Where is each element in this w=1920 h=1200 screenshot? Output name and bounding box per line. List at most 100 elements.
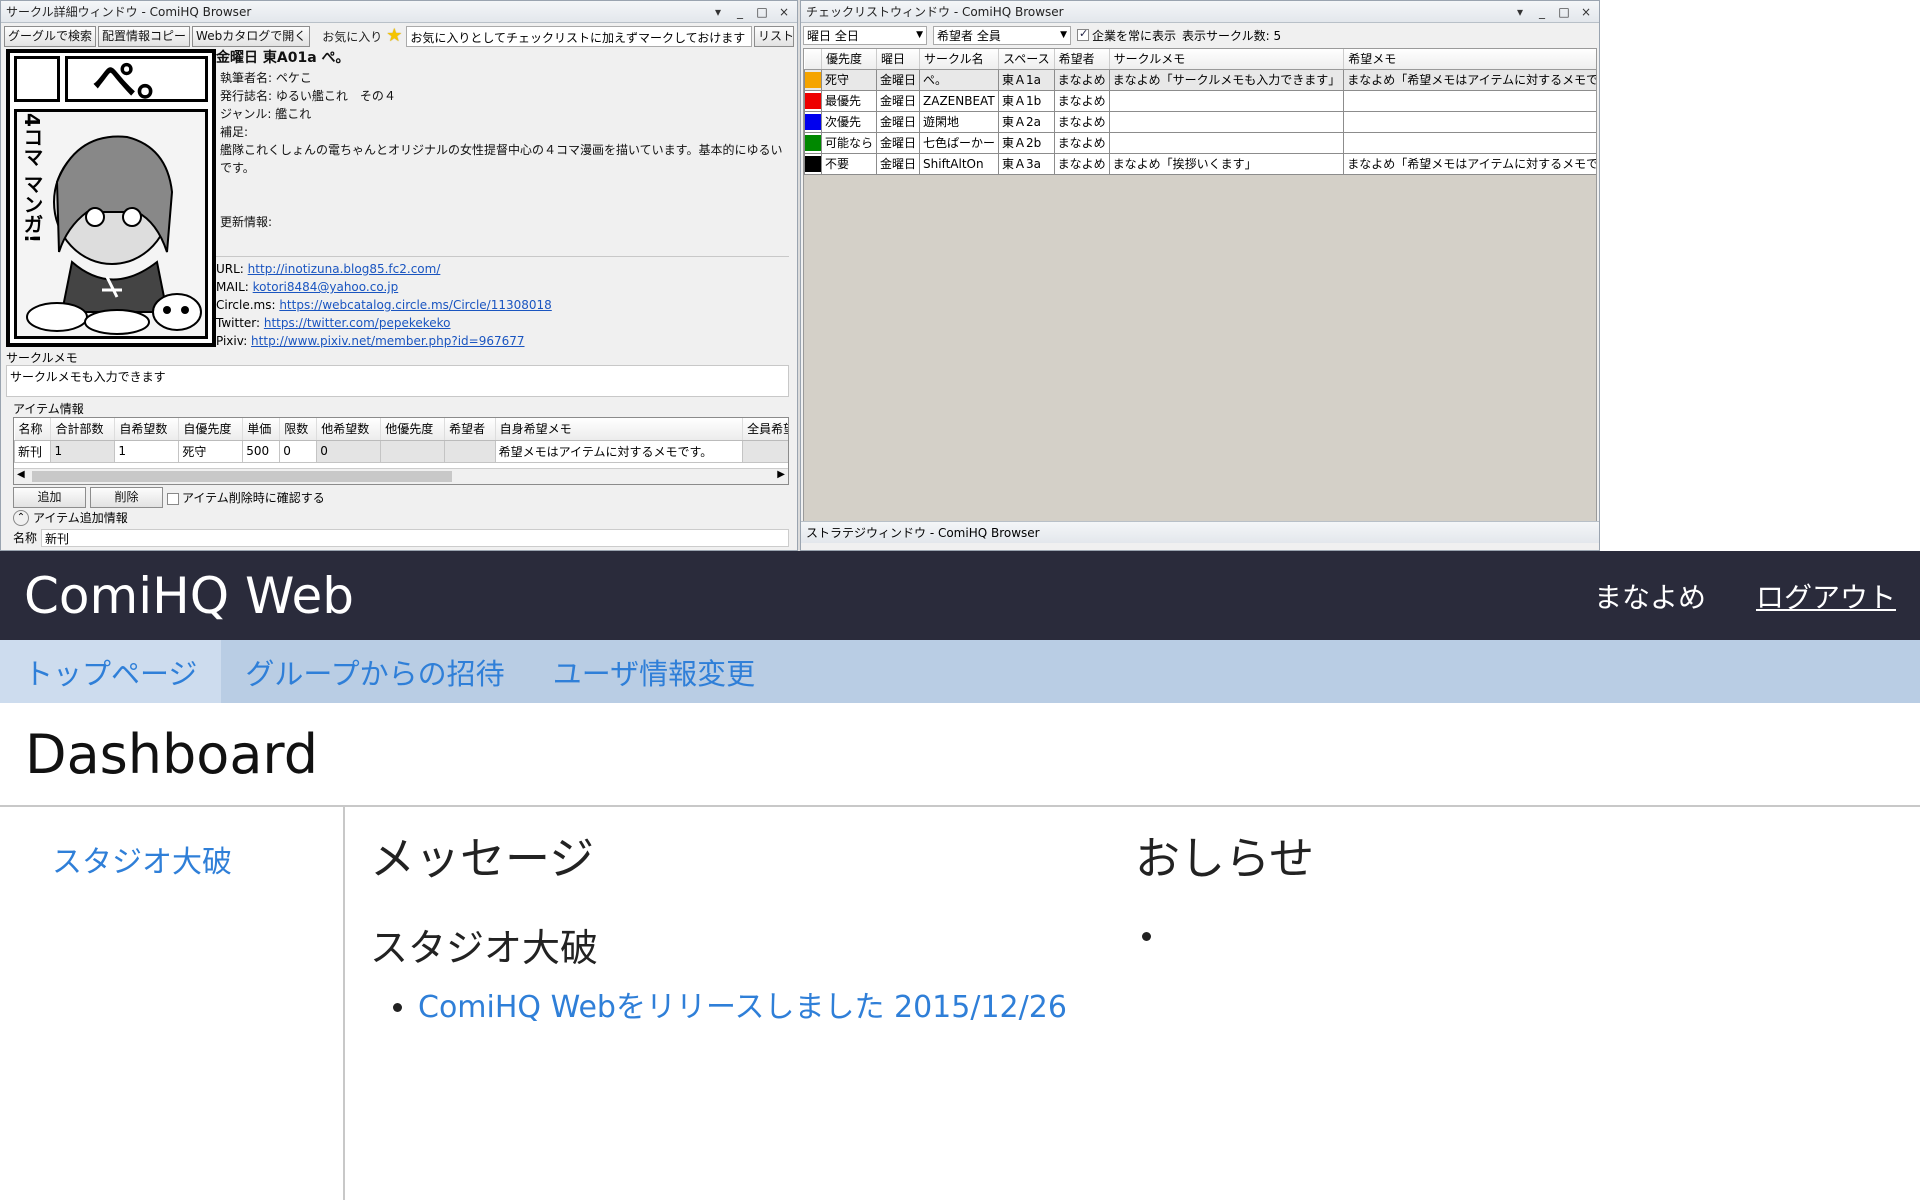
- checklist-cell-wish-memo[interactable]: [1343, 110, 1596, 133]
- checklist-cell-wisher[interactable]: まなよめ: [1053, 89, 1110, 112]
- day-filter-select[interactable]: 曜日 全日 ▼: [803, 25, 927, 45]
- mail-link[interactable]: kotori8484@yahoo.co.jp: [253, 280, 399, 294]
- dropdown-icon[interactable]: ▾: [1512, 5, 1528, 19]
- minimize-icon[interactable]: _: [732, 5, 748, 19]
- checklist-cell-circle-memo[interactable]: [1108, 131, 1345, 154]
- checklist-cell-circle[interactable]: 遊閑地: [919, 110, 1000, 133]
- checklist-cell-priority[interactable]: 次優先: [820, 110, 878, 133]
- items-cell[interactable]: 0: [316, 439, 382, 463]
- checklist-cell-wisher[interactable]: まなよめ: [1053, 110, 1110, 133]
- items-cell[interactable]: 新刊: [14, 439, 52, 463]
- favorite-star-icon[interactable]: ★: [386, 27, 402, 45]
- checklist-cell-wish-memo[interactable]: まなよめ「希望メモはアイテムに対するメモです」: [1343, 68, 1596, 91]
- items-cell[interactable]: 死守: [178, 439, 244, 463]
- checklist-column-header[interactable]: 希望メモ: [1343, 49, 1596, 70]
- items-cell[interactable]: 0: [279, 439, 318, 463]
- items-cell[interactable]: [444, 439, 496, 463]
- items-cell[interactable]: 1: [50, 439, 116, 463]
- checklist-column-header[interactable]: 希望者: [1054, 49, 1110, 70]
- items-horizontal-scrollbar[interactable]: ◀ ▶: [14, 468, 788, 484]
- copy-placement-button[interactable]: 配置情報コピー: [98, 25, 191, 47]
- items-column-header[interactable]: 自希望数: [114, 418, 180, 441]
- checklist-grid[interactable]: 優先度 曜日 サークル名 スペース 希望者 サークルメモ 希望メモ 死守 金曜日 ぺ。 東Ａ1a ま…: [803, 48, 1597, 522]
- checklist-column-header[interactable]: 曜日: [876, 49, 921, 70]
- checklist-cell-day[interactable]: 金曜日: [876, 89, 921, 112]
- scroll-right-icon[interactable]: ▶: [777, 469, 785, 480]
- checklist-cell-wish-memo[interactable]: [1343, 131, 1596, 154]
- items-cell[interactable]: [380, 439, 446, 463]
- tab-top-page[interactable]: トップページ: [0, 640, 222, 703]
- message-link[interactable]: ComiHQ Webをリリースしました 2015/12/26: [418, 990, 1067, 1025]
- scroll-thumb[interactable]: [32, 471, 452, 482]
- checklist-cell-circle[interactable]: ShiftAltOn: [919, 152, 1000, 175]
- checklist-cell-circle-memo[interactable]: [1108, 89, 1345, 112]
- table-row[interactable]: 次優先 金曜日 遊閑地 東Ａ2a まなよめ: [804, 110, 1596, 133]
- brand-logo[interactable]: ComiHQ Web: [24, 567, 1594, 625]
- checklist-cell-circle[interactable]: 七色ぱーかー: [919, 131, 1000, 154]
- table-row[interactable]: 死守 金曜日 ぺ。 東Ａ1a まなよめ まなよめ「サークルメモも入力できます」 まなよめ「希…: [804, 68, 1596, 91]
- circle-detail-titlebar[interactable]: サークル詳細ウィンドウ - ComiHQ Browser ▾ _ □ ×: [1, 1, 797, 23]
- minimize-icon[interactable]: _: [1534, 5, 1550, 19]
- close-icon[interactable]: ×: [776, 5, 792, 19]
- table-row[interactable]: 最優先 金曜日 ZAZENBEAT 東Ａ1b まなよめ: [804, 89, 1596, 112]
- checklist-cell-circle-memo[interactable]: [1108, 110, 1345, 133]
- dropdown-icon[interactable]: ▾: [710, 5, 726, 19]
- checklist-cell-priority[interactable]: 死守: [820, 68, 878, 91]
- delete-item-button[interactable]: 削除: [90, 487, 163, 508]
- checklist-column-header[interactable]: 優先度: [821, 49, 878, 70]
- checklist-cell-circle[interactable]: ぺ。: [919, 68, 1000, 91]
- strategy-window-titlebar[interactable]: ストラテジウィンドウ - ComiHQ Browser: [801, 521, 1599, 543]
- items-column-header[interactable]: 自身希望メモ: [495, 418, 744, 441]
- checklist-cell-space[interactable]: 東Ａ1b: [998, 89, 1055, 112]
- tab-group-invitations[interactable]: グループからの招待: [221, 640, 528, 703]
- checklist-cell-circle-memo[interactable]: まなよめ「挨拶いくます」: [1108, 152, 1345, 175]
- circle-memo-field[interactable]: サークルメモも入力できます: [6, 365, 789, 397]
- checklist-column-header[interactable]: サークル名: [919, 49, 1000, 70]
- items-grid[interactable]: 名称合計部数自希望数自優先度単価限数他希望数他優先度希望者自身希望メモ全員希望メ…: [13, 417, 789, 485]
- wisher-filter-select[interactable]: 希望者 全員 ▼: [933, 25, 1071, 45]
- checklist-cell-day[interactable]: 金曜日: [876, 152, 921, 175]
- pixiv-link[interactable]: http://www.pixiv.net/member.php?id=96767…: [251, 334, 524, 348]
- items-cell[interactable]: 500: [242, 439, 281, 463]
- checkbox-checked-icon[interactable]: [1077, 27, 1089, 41]
- items-column-header[interactable]: 全員希望メモ: [742, 418, 788, 441]
- close-icon[interactable]: ×: [1578, 5, 1594, 19]
- twitter-link[interactable]: https://twitter.com/pepekekeko: [264, 316, 451, 330]
- checklist-cell-space[interactable]: 東Ａ2a: [998, 110, 1055, 133]
- checklist-cell-wisher[interactable]: まなよめ: [1053, 131, 1110, 154]
- items-column-header[interactable]: 希望者: [444, 418, 496, 441]
- favorite-memo-field[interactable]: お気に入りとしてチェックリストに加えずマークしておけます: [406, 25, 752, 47]
- item-add-info-toggle[interactable]: ⌃ アイテム追加情報: [13, 509, 128, 526]
- items-column-header[interactable]: 他希望数: [316, 418, 382, 441]
- checklist-cell-wisher[interactable]: まなよめ: [1053, 68, 1110, 91]
- logout-link[interactable]: ログアウト: [1756, 576, 1896, 616]
- tab-user-settings[interactable]: ユーザ情報変更: [529, 640, 779, 703]
- table-row[interactable]: 新刊 1 1 死守 500 0 0 希望メモはアイテムに対するメモです。: [14, 439, 788, 463]
- checklist-cell-priority[interactable]: 不要: [820, 152, 878, 175]
- items-column-header[interactable]: 合計部数: [50, 418, 116, 441]
- checklist-cell-priority[interactable]: 可能なら: [820, 131, 878, 154]
- checklist-cell-day[interactable]: 金曜日: [876, 110, 921, 133]
- checklist-cell-wish-memo[interactable]: まなよめ「希望メモはアイテムに対するメモです」: [1343, 152, 1596, 175]
- google-search-button[interactable]: グーグルで検索: [4, 25, 97, 47]
- checklist-cell-space[interactable]: 東Ａ2b: [998, 131, 1055, 154]
- checklist-column-header[interactable]: サークルメモ: [1109, 49, 1345, 70]
- items-cell[interactable]: [742, 439, 788, 463]
- checklist-cell-circle-memo[interactable]: まなよめ「サークルメモも入力できます」: [1108, 68, 1345, 91]
- maximize-icon[interactable]: □: [1556, 5, 1572, 19]
- checklist-cell-priority[interactable]: 最優先: [820, 89, 878, 112]
- checklist-cell-space[interactable]: 東Ａ1a: [998, 68, 1055, 91]
- items-column-header[interactable]: 単価: [242, 418, 281, 441]
- add-item-button[interactable]: 追加: [13, 487, 86, 508]
- table-row[interactable]: 可能なら 金曜日 七色ぱーかー 東Ａ2b まなよめ: [804, 131, 1596, 154]
- open-web-catalog-button[interactable]: Webカタログで開く: [192, 25, 311, 47]
- checklist-column-header[interactable]: スペース: [998, 49, 1055, 70]
- checklist-titlebar[interactable]: チェックリストウィンドウ - ComiHQ Browser ▾ _ □ ×: [801, 1, 1599, 23]
- scroll-left-icon[interactable]: ◀: [17, 469, 25, 480]
- checklist-column-header[interactable]: [804, 49, 822, 70]
- table-row[interactable]: 不要 金曜日 ShiftAltOn 東Ａ3a まなよめ まなよめ「挨拶いくます」 まなよめ「…: [804, 152, 1596, 175]
- items-cell[interactable]: 1: [114, 439, 180, 463]
- checkbox-icon[interactable]: [167, 492, 179, 505]
- items-column-header[interactable]: 他優先度: [380, 418, 446, 441]
- items-column-header[interactable]: 名称: [14, 418, 52, 441]
